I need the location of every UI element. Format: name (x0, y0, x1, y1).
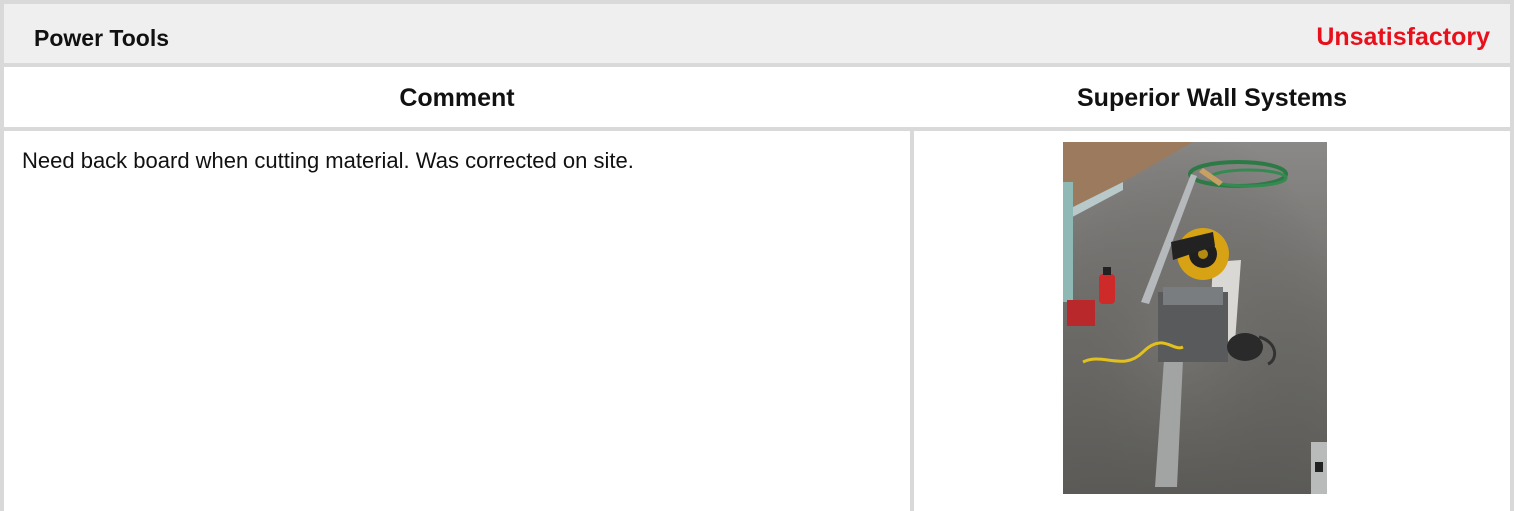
column-divider (910, 131, 914, 511)
company-column-header: Superior Wall Systems (1077, 84, 1347, 112)
column-header-row: Comment Superior Wall Systems (4, 67, 1510, 131)
section-title: Power Tools (34, 25, 170, 51)
site-photo[interactable] (1063, 142, 1327, 494)
comment-text: Need back board when cutting material. W… (22, 148, 634, 173)
status-label: Unsatisfactory (1316, 23, 1490, 51)
comment-column-header: Comment (399, 84, 515, 112)
report-section: Power Tools Unsatisfactory Comment Super… (0, 0, 1514, 511)
section-header: Power Tools Unsatisfactory (4, 0, 1510, 67)
site-photo-image (1063, 142, 1327, 494)
